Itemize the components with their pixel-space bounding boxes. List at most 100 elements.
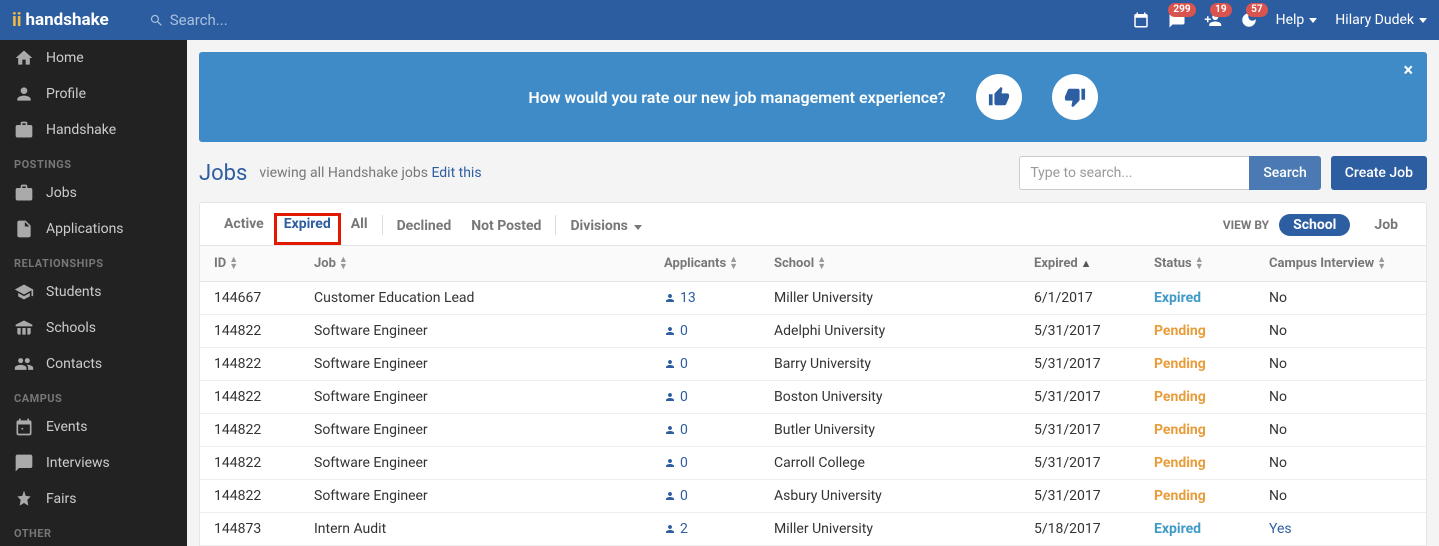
tab-not-posted[interactable]: Not Posted [461,215,551,244]
table-row[interactable]: 144822Software Engineer 0Boston Universi… [200,381,1426,414]
cell-applicants[interactable]: 0 [664,389,774,405]
tab-active[interactable]: Active [214,213,274,245]
cell-id: 144873 [214,521,314,537]
cell-applicants[interactable]: 13 [664,290,774,306]
notifications-header-icon[interactable]: 19 [1204,11,1222,29]
calendar-icon [1132,11,1150,29]
cell-job: Software Engineer [314,356,664,372]
tab-separator [555,215,556,235]
cell-school: Butler University [774,422,1034,438]
cell-applicants[interactable]: 0 [664,356,774,372]
user-icon [664,490,676,502]
cell-id: 144822 [214,488,314,504]
user-menu[interactable]: Hilary Dudek [1335,12,1427,28]
sidebar-item-label: Contacts [46,356,102,372]
tab-divisions[interactable]: Divisions [560,215,652,244]
user-icon [664,424,676,436]
sidebar-section: POSTINGS [0,148,187,175]
sidebar-item-label: Interviews [46,455,110,471]
cell-applicants[interactable]: 0 [664,323,774,339]
cell-campus: No [1269,488,1412,504]
table-body: 144667Customer Education Lead 13Miller U… [199,282,1427,546]
sidebar-item-applications[interactable]: Applications [0,211,187,247]
banner-close[interactable]: × [1403,60,1413,81]
tab-all[interactable]: All [341,213,378,245]
sidebar-item-events[interactable]: Events [0,409,187,445]
sidebar: Home Profile Handshake POSTINGS Jobs Applica… [0,40,187,546]
sidebar-item-label: Students [46,284,101,300]
logo-icon: ii [12,10,22,31]
user-icon [664,292,676,304]
cell-job: Customer Education Lead [314,290,664,306]
edit-link[interactable]: Edit this [431,165,481,181]
cell-applicants[interactable]: 2 [664,521,774,537]
view-by: VIEW BY School Job [1223,214,1412,244]
sidebar-item-label: Home [46,50,84,66]
table-row[interactable]: 144873Intern Audit 2Miller University5/1… [200,513,1426,546]
global-search[interactable]: Search... [149,11,228,29]
table-row[interactable]: 144822Software Engineer 0Asbury Universi… [200,480,1426,513]
messages-header-icon[interactable]: 299 [1168,11,1186,29]
thumbs-down-button[interactable] [1052,74,1098,120]
cell-applicants[interactable]: 0 [664,455,774,471]
help-link[interactable]: Help [1276,12,1318,28]
events-icon [14,417,34,437]
sidebar-item-home[interactable]: Home [0,40,187,76]
create-job-button[interactable]: Create Job [1331,156,1427,190]
fairs-icon [14,489,34,509]
col-id[interactable]: ID▲▼ [214,256,314,271]
home-icon [14,48,34,68]
col-school[interactable]: School▲▼ [774,256,1034,271]
thumbs-down-icon [1064,86,1086,108]
tab-declined[interactable]: Declined [387,215,462,244]
sidebar-item-interviews[interactable]: Interviews [0,445,187,481]
table-row[interactable]: 144822Software Engineer 0Butler Universi… [200,414,1426,447]
page-header: Jobs viewing all Handshake jobs Edit thi… [199,156,1427,190]
sidebar-item-schools[interactable]: Schools [0,310,187,346]
cell-id: 144822 [214,356,314,372]
logo[interactable]: ii handshake [12,10,109,31]
cell-expired: 5/31/2017 [1034,422,1154,438]
applications-icon [14,219,34,239]
cell-expired: 6/1/2017 [1034,290,1154,306]
table-row[interactable]: 144822Software Engineer 0Barry Universit… [200,348,1426,381]
sidebar-item-fairs[interactable]: Fairs [0,481,187,517]
table-row[interactable]: 144667Customer Education Lead 13Miller U… [200,282,1426,315]
col-status[interactable]: Status▲▼ [1154,256,1269,271]
page-subtitle: viewing all Handshake jobs Edit this [259,165,481,181]
col-applicants[interactable]: Applicants▲▼ [664,256,774,271]
cell-id: 144667 [214,290,314,306]
col-job[interactable]: Job▲▼ [314,256,664,271]
alerts-header-icon[interactable]: 57 [1240,11,1258,29]
sidebar-item-jobs[interactable]: Jobs [0,175,187,211]
sidebar-item-profile[interactable]: Profile [0,76,187,112]
cell-applicants[interactable]: 0 [664,422,774,438]
col-campus[interactable]: Campus Interview▲▼ [1269,256,1412,271]
table-row[interactable]: 144822Software Engineer 0Adelphi Univers… [200,315,1426,348]
table-row[interactable]: 144822Software Engineer 0Carroll College… [200,447,1426,480]
cell-school: Asbury University [774,488,1034,504]
cell-id: 144822 [214,422,314,438]
cell-expired: 5/31/2017 [1034,323,1154,339]
cell-applicants[interactable]: 0 [664,488,774,504]
cell-job: Intern Audit [314,521,664,537]
sidebar-item-contacts[interactable]: Contacts [0,346,187,382]
thumbs-up-button[interactable] [976,74,1022,120]
sidebar-item-students[interactable]: Students [0,274,187,310]
students-icon [14,282,34,302]
sidebar-item-label: Jobs [46,185,77,201]
sidebar-item-label: Profile [46,86,86,102]
calendar-header-icon[interactable] [1132,11,1150,29]
user-icon [664,391,676,403]
cell-campus: No [1269,389,1412,405]
col-expired[interactable]: Expired▲ [1034,256,1154,271]
sidebar-item-handshake[interactable]: Handshake [0,112,187,148]
cell-status: Pending [1154,389,1269,405]
banner-text: How would you rate our new job managemen… [528,88,945,107]
cell-expired: 5/31/2017 [1034,389,1154,405]
jobs-search-input[interactable] [1019,156,1249,190]
view-by-school[interactable]: School [1279,214,1350,236]
view-by-job[interactable]: Job [1360,214,1412,236]
tab-expired[interactable]: Expired [274,213,341,245]
search-button[interactable]: Search [1249,156,1320,190]
